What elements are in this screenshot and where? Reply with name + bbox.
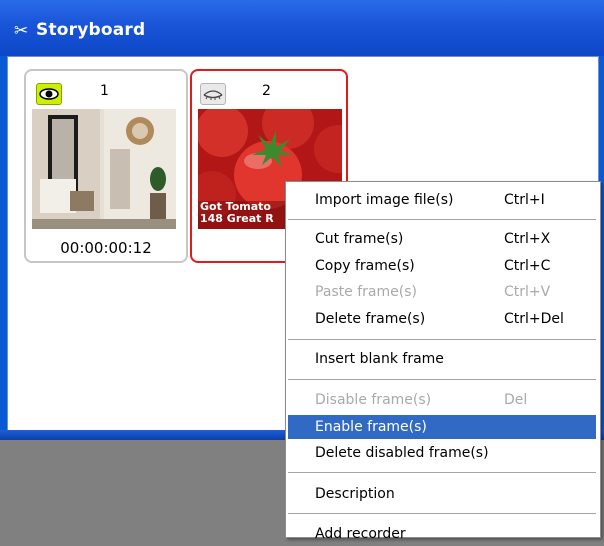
frame-timecode: 00:00:00:12 <box>60 239 152 257</box>
thumbnail-caption: Got Tomato 148 Great R <box>200 200 274 225</box>
menu-item-delete-disabled-frames[interactable]: Delete disabled frame(s) <box>288 441 596 465</box>
menu-shortcut: Ctrl+Del <box>504 311 564 327</box>
menu-separator <box>288 472 596 473</box>
storyboard-scissors-icon: ✂ <box>14 21 29 41</box>
menu-item-cut-frame[interactable]: Cut frame(s) Ctrl+X <box>288 227 596 251</box>
menu-separator <box>288 339 596 340</box>
menu-shortcut: Ctrl+X <box>504 231 551 247</box>
menu-separator <box>288 513 596 514</box>
menu-item-disable-frame[interactable]: Disable frame(s) Del <box>288 388 596 412</box>
eye-visible-icon[interactable] <box>36 83 62 105</box>
menu-item-add-recorder[interactable]: Add recorder <box>288 522 596 546</box>
menu-item-insert-blank-frame[interactable]: Insert blank frame <box>288 347 596 371</box>
menu-shortcut: Ctrl+V <box>504 284 551 300</box>
menu-item-paste-frame[interactable]: Paste frame(s) Ctrl+V <box>288 280 596 304</box>
menu-shortcut: Del <box>504 392 528 408</box>
storyboard-frame-1[interactable]: 1 00:00:00:12 <box>24 69 188 263</box>
context-menu: Import image file(s) Ctrl+I Cut frame(s)… <box>285 181 601 542</box>
menu-item-description[interactable]: Description <box>288 482 596 506</box>
frame-1-thumbnail <box>32 109 176 229</box>
menu-item-delete-frame[interactable]: Delete frame(s) Ctrl+Del <box>288 307 596 331</box>
frame-number: 1 <box>100 83 109 99</box>
title-bar[interactable]: ✂ Storyboard <box>0 0 604 56</box>
menu-item-enable-frame[interactable]: Enable frame(s) <box>288 415 596 439</box>
menu-separator <box>288 379 596 380</box>
menu-separator <box>288 219 596 220</box>
menu-item-copy-frame[interactable]: Copy frame(s) Ctrl+C <box>288 254 596 278</box>
menu-item-import-image[interactable]: Import image file(s) Ctrl+I <box>288 188 596 212</box>
window-title: Storyboard <box>36 20 146 40</box>
menu-shortcut: Ctrl+C <box>504 258 551 274</box>
menu-shortcut: Ctrl+I <box>504 192 545 208</box>
eye-hidden-icon[interactable] <box>200 83 226 105</box>
frame-number: 2 <box>262 83 271 99</box>
